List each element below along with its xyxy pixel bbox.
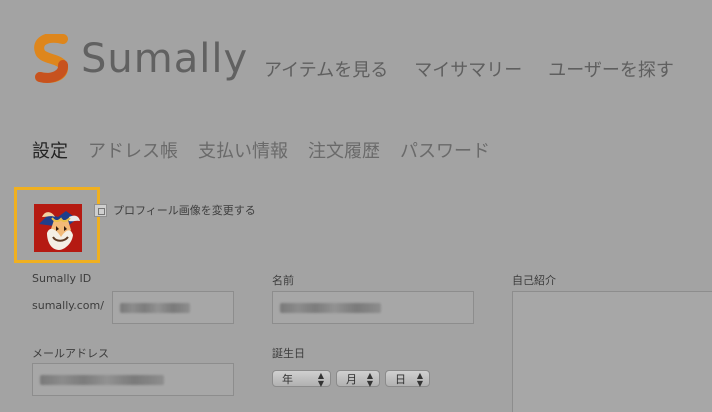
birth-month-select[interactable]: 月 ▲ ▼ [336,370,380,387]
birth-month-value: 月 [346,372,357,386]
nav-find-users[interactable]: ユーザーを探す [548,56,674,82]
brand-logo[interactable]: Sumally [32,34,248,86]
sumally-id-label: Sumally ID [32,272,92,285]
sumally-id-input[interactable] [112,291,234,324]
profile-avatar-frame[interactable] [14,187,100,263]
nav-browse-items[interactable]: アイテムを見る [264,56,388,82]
sumally-logo-icon [34,34,68,83]
change-profile-image[interactable]: プロフィール画像を変更する [94,202,256,218]
birth-year-select[interactable]: 年 ▲ ▼ [272,370,331,387]
change-profile-image-label: プロフィール画像を変更する [113,204,256,217]
birthday-selects: 年 ▲ ▼ 月 ▲ ▼ 日 ▲ ▼ [272,370,430,387]
avatar-image [34,204,82,252]
birth-year-value: 年 [282,372,293,386]
birthday-label: 誕生日 [272,347,305,360]
settings-tabs: 設定 アドレス帳 支払い情報 注文履歴 パスワード [32,137,490,163]
chevron-updown-icon: ▲ ▼ [317,370,324,388]
chevron-updown-icon: ▲ ▼ [416,370,423,388]
name-label: 名前 [272,274,294,287]
name-input[interactable] [272,291,474,324]
tab-password[interactable]: パスワード [400,137,490,163]
tab-address-book[interactable]: アドレス帳 [88,137,178,163]
brand-name: Sumally [81,36,249,82]
birth-day-select[interactable]: 日 ▲ ▼ [385,370,430,387]
sumally-url-prefix: sumally.com/ [32,299,104,312]
redacted-name-value [280,302,381,313]
tab-order-history[interactable]: 注文履歴 [308,137,380,163]
tab-settings[interactable]: 設定 [32,137,68,163]
bio-textarea[interactable] [512,291,712,412]
bio-label: 自己紹介 [512,274,556,287]
redacted-email-value [40,374,164,385]
tab-payment-info[interactable]: 支払い情報 [198,137,288,163]
email-label: メールアドレス [32,347,109,360]
chevron-updown-icon: ▲ ▼ [366,370,373,388]
email-input[interactable] [32,363,234,396]
change-photo-icon [94,203,107,217]
redacted-id-value [120,302,190,313]
top-navigation: アイテムを見る マイサマリー ユーザーを探す [264,56,674,82]
nav-my-summary[interactable]: マイサマリー [414,56,522,82]
birth-day-value: 日 [395,372,406,386]
